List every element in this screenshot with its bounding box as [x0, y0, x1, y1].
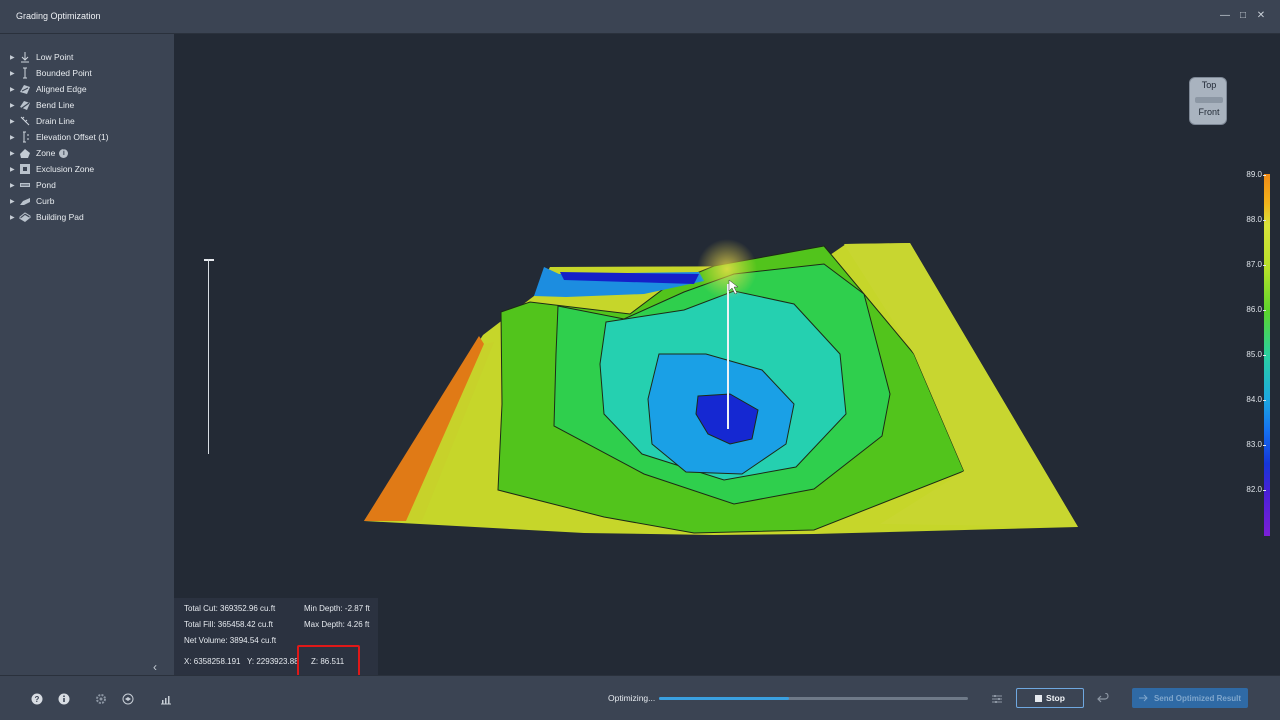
legend-tick: 88.0 — [1234, 215, 1266, 224]
low-point-icon — [18, 51, 32, 63]
bottom-toolbar: ? Optimizing... Stop Send Optimized Resu… — [0, 675, 1280, 720]
svg-text:?: ? — [35, 695, 40, 704]
optimization-progress-bar — [659, 697, 968, 700]
expand-caret-icon[interactable]: ▶ — [10, 214, 18, 221]
expand-caret-icon[interactable]: ▶ — [10, 182, 18, 189]
view-cube[interactable]: Top Front — [1189, 77, 1227, 125]
view-cube-edge[interactable] — [1195, 97, 1223, 103]
expand-caret-icon[interactable]: ▶ — [10, 134, 18, 141]
expand-caret-icon[interactable]: ▶ — [10, 166, 18, 173]
progress-fill — [659, 697, 789, 700]
legend-tick: 83.0 — [1234, 440, 1266, 449]
max-depth: Max Depth: 4.26 ft — [304, 620, 370, 629]
zone-icon — [18, 147, 32, 159]
scale-bar-line — [208, 259, 209, 454]
sidebar-item-drain-line[interactable]: ▶ Drain Line — [10, 114, 75, 128]
chart-icon[interactable] — [159, 692, 173, 706]
settings-icon[interactable] — [94, 692, 108, 706]
sidebar-item-bounded-point[interactable]: ▶ Bounded Point — [10, 66, 92, 80]
window-title: Grading Optimization — [16, 11, 101, 21]
sidebar-item-building-pad[interactable]: ▶ Building Pad — [10, 210, 84, 224]
drain-line-icon — [18, 115, 32, 127]
sidebar-item-label: Building Pad — [36, 212, 84, 222]
scale-bar-cap — [204, 259, 214, 261]
bend-line-icon — [18, 99, 32, 111]
legend-tick: 87.0 — [1234, 260, 1266, 269]
view-cube-front[interactable]: Front — [1190, 107, 1228, 117]
info-icon[interactable] — [57, 692, 71, 706]
sidebar-item-pond[interactable]: ▶ Pond — [10, 178, 56, 192]
help-icon[interactable]: ? — [30, 692, 44, 706]
exclusion-zone-icon — [18, 163, 32, 175]
pond-icon — [18, 179, 32, 191]
sidebar-item-label: Bend Line — [36, 100, 75, 110]
legend-tick: 89.0 — [1234, 170, 1266, 179]
building-pad-icon — [18, 211, 32, 223]
expand-caret-icon[interactable]: ▶ — [10, 54, 18, 61]
legend-tick: 84.0 — [1234, 395, 1266, 404]
sidebar-item-label: Aligned Edge — [36, 84, 87, 94]
progress-label: Optimizing... — [608, 693, 656, 703]
minimize-icon[interactable]: — — [1218, 9, 1232, 23]
close-icon[interactable]: ✕ — [1254, 9, 1268, 23]
maximize-icon[interactable]: □ — [1236, 9, 1250, 23]
total-cut: Total Cut: 369352.96 cu.ft — [184, 604, 276, 613]
expand-caret-icon[interactable]: ▶ — [10, 150, 18, 157]
expand-caret-icon[interactable]: ▶ — [10, 102, 18, 109]
elevation-offset-icon — [18, 131, 32, 143]
bounded-point-icon — [18, 67, 32, 79]
legend-tick: 82.0 — [1234, 485, 1266, 494]
stop-button-label: Stop — [1046, 693, 1065, 703]
info-icon[interactable]: i — [59, 148, 69, 158]
net-volume: Net Volume: 3894.54 cu.ft — [184, 636, 277, 645]
send-optimized-result-button[interactable]: Send Optimized Result — [1132, 688, 1248, 708]
sidebar-item-exclusion-zone[interactable]: ▶ Exclusion Zone — [10, 162, 94, 176]
expand-caret-icon[interactable]: ▶ — [10, 86, 18, 93]
stop-button[interactable]: Stop — [1016, 688, 1084, 708]
expand-caret-icon[interactable]: ▶ — [10, 70, 18, 77]
arrow-right-icon — [1138, 694, 1148, 702]
sidebar-item-zone[interactable]: ▶ Zone i — [10, 146, 69, 160]
vertical-scale-bar — [204, 259, 214, 454]
layers-icon[interactable] — [121, 692, 135, 706]
curb-icon — [18, 195, 32, 207]
collapse-sidebar-button[interactable]: ‹ — [153, 660, 157, 674]
sidebar-item-label: Drain Line — [36, 116, 75, 126]
aligned-edge-icon — [18, 83, 32, 95]
y-coordinate: Y: 2293923.88 — [247, 657, 299, 666]
sidebar-item-label: Bounded Point — [36, 68, 92, 78]
sidebar-item-elevation-offset[interactable]: ▶ Elevation Offset (1) — [10, 130, 109, 144]
expand-caret-icon[interactable]: ▶ — [10, 118, 18, 125]
sidebar-item-bend-line[interactable]: ▶ Bend Line — [10, 98, 74, 112]
expand-caret-icon[interactable]: ▶ — [10, 198, 18, 205]
sidebar-item-label: Curb — [36, 196, 55, 206]
x-coordinate: X: 6358258.191 — [184, 657, 241, 666]
sidebar-item-aligned-edge[interactable]: ▶ Aligned Edge — [10, 82, 87, 96]
sidebar-item-label: Elevation Offset (1) — [36, 132, 109, 142]
elevation-legend: 89.0 88.0 87.0 86.0 85.0 84.0 83.0 82.0 — [1234, 170, 1280, 536]
sidebar-item-low-point[interactable]: ▶ Low Point — [10, 50, 73, 64]
sidebar-item-label: Exclusion Zone — [36, 164, 95, 174]
sidebar-item-label: Pond — [36, 180, 56, 190]
sidebar-item-label: Low Point — [36, 52, 74, 62]
title-bar: Grading Optimization — □ ✕ — [0, 0, 1280, 34]
constraints-sidebar: ▶ Low Point ▶ Bounded Point ▶ Aligned Ed… — [0, 34, 174, 675]
3d-viewport[interactable]: Top Front 89.0 88.0 87.0 86.0 85.0 84.0 … — [174, 34, 1280, 675]
sliders-icon[interactable] — [990, 692, 1004, 706]
send-button-label: Send Optimized Result — [1153, 693, 1242, 703]
undo-icon[interactable] — [1096, 692, 1110, 706]
sidebar-item-label: Zone — [36, 148, 56, 158]
legend-tick: 85.0 — [1234, 350, 1266, 359]
z-value-highlight — [297, 645, 360, 677]
total-fill: Total Fill: 365458.42 cu.ft — [184, 620, 273, 629]
terrain-surface[interactable] — [174, 34, 1280, 675]
legend-tick: 86.0 — [1234, 305, 1266, 314]
min-depth: Min Depth: -2.87 ft — [304, 604, 370, 613]
sidebar-item-curb[interactable]: ▶ Curb — [10, 194, 54, 208]
view-cube-top[interactable]: Top — [1190, 80, 1228, 90]
stop-icon — [1035, 694, 1043, 702]
